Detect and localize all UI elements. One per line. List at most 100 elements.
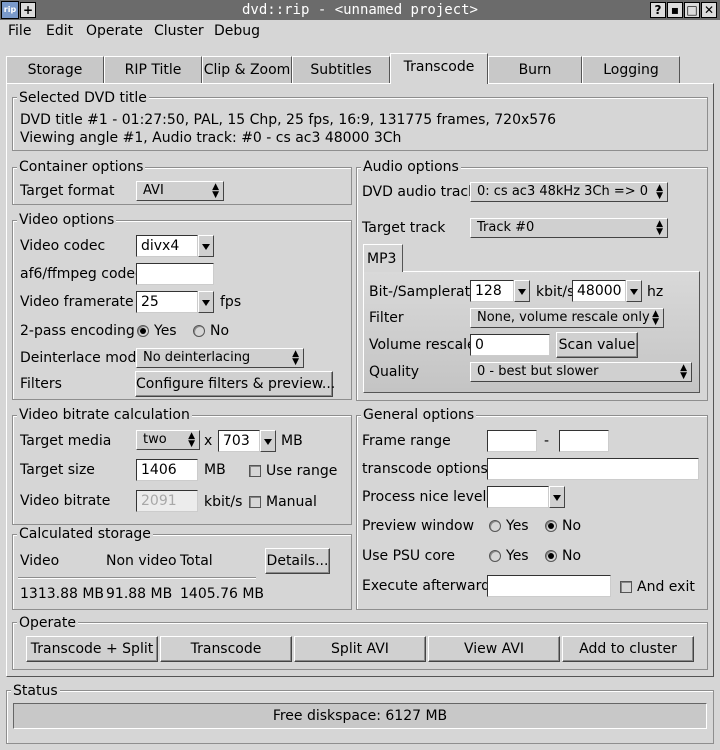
filters-label: Filters xyxy=(20,376,62,392)
preview-no-label[interactable]: No xyxy=(562,517,581,535)
storage-total-header: Total xyxy=(180,553,213,569)
frame-range-from-input[interactable] xyxy=(487,430,537,452)
preview-yes-label[interactable]: Yes xyxy=(506,517,529,535)
storage-separator xyxy=(18,577,256,579)
tab-subtitles[interactable]: Subtitles xyxy=(292,56,390,83)
details-button[interactable]: Details... xyxy=(265,548,330,574)
target-track-select[interactable]: Track #0 ▲ ▼ xyxy=(470,218,668,238)
transcode-split-button[interactable]: Transcode + Split xyxy=(26,636,158,662)
storage-video-value: 1313.88 MB xyxy=(20,586,105,602)
tab-burn[interactable]: Burn xyxy=(488,56,582,83)
audio-options-label: Audio options xyxy=(361,158,461,176)
menu-cluster[interactable]: Cluster xyxy=(154,22,204,40)
storage-nonvideo-header: Non video xyxy=(106,553,177,569)
maximize-icon[interactable]: □ xyxy=(684,2,700,18)
storage-nonvideo-value: 91.88 MB xyxy=(106,586,173,602)
twopass-yes-label[interactable]: Yes xyxy=(154,322,177,340)
manual-label[interactable]: Manual xyxy=(266,493,317,511)
transcode-button[interactable]: Transcode xyxy=(160,636,292,662)
split-avi-button[interactable]: Split AVI xyxy=(294,636,426,662)
target-size-label: Target size xyxy=(20,462,95,478)
status-label: Status xyxy=(11,682,60,700)
dvd-audio-track-select[interactable]: 0: cs ac3 48kHz 3Ch => 0 ▲ ▼ xyxy=(470,182,668,202)
menu-file[interactable]: File xyxy=(8,22,31,40)
audio-bitrate-dropdown-icon[interactable] xyxy=(514,280,530,302)
twopass-no-label[interactable]: No xyxy=(210,322,229,340)
twopass-yes-radio[interactable] xyxy=(137,325,149,337)
preview-no-radio[interactable] xyxy=(545,520,557,532)
close-icon[interactable]: ✕ xyxy=(701,2,717,18)
selected-title-label: Selected DVD title xyxy=(17,89,149,107)
samplerate-unit: hz xyxy=(647,284,664,300)
target-track-label: Target track xyxy=(362,220,446,236)
frame-range-dash: - xyxy=(544,433,550,449)
samplerate-input[interactable]: 48000 xyxy=(572,280,626,302)
menu-bar: File Edit Operate Cluster Debug xyxy=(0,20,720,42)
video-codec-input[interactable]: divx4 xyxy=(136,235,198,257)
video-options-label: Video options xyxy=(17,211,117,229)
psu-yes-radio[interactable] xyxy=(489,550,501,562)
execute-afterwards-input[interactable] xyxy=(487,575,611,597)
target-size-input[interactable]: 1406 xyxy=(136,459,198,481)
volume-rescale-input[interactable]: 0 xyxy=(470,334,550,356)
media-size-input[interactable]: 703 xyxy=(218,430,260,452)
target-media-label: Target media xyxy=(20,433,112,449)
operate-label: Operate xyxy=(17,614,78,632)
volume-rescale-label: Volume rescale xyxy=(369,337,476,353)
nice-level-input[interactable] xyxy=(487,486,549,508)
audio-bitrate-input[interactable]: 128 xyxy=(470,280,514,302)
psu-no-radio[interactable] xyxy=(545,550,557,562)
use-range-checkbox[interactable] xyxy=(249,465,261,477)
psu-yes-label[interactable]: Yes xyxy=(506,547,529,565)
calculated-storage-label: Calculated storage xyxy=(17,525,153,543)
menu-debug[interactable]: Debug xyxy=(214,22,260,40)
af6-codec-input[interactable] xyxy=(136,263,214,285)
deinterlace-select[interactable]: No deinterlacing ▲ ▼ xyxy=(136,348,304,368)
preview-yes-radio[interactable] xyxy=(489,520,501,532)
twopass-no-radio[interactable] xyxy=(193,325,205,337)
tab-rip-title[interactable]: RIP Title xyxy=(104,56,202,83)
audio-filter-select[interactable]: None, volume rescale only ▲ ▼ xyxy=(470,308,664,328)
video-framerate-input[interactable]: 25 xyxy=(136,291,198,313)
execute-afterwards-label: Execute afterwards xyxy=(362,578,498,594)
target-format-select[interactable]: AVI ▲ ▼ xyxy=(136,181,224,201)
quality-select[interactable]: 0 - best but slower ▲ ▼ xyxy=(470,362,692,382)
title-info-line1: DVD title #1 - 01:27:50, PAL, 15 Chp, 25… xyxy=(20,112,556,128)
samplerate-dropdown-icon[interactable] xyxy=(626,280,642,302)
general-options-label: General options xyxy=(361,406,477,424)
frame-range-to-input[interactable] xyxy=(559,430,609,452)
add-to-cluster-button[interactable]: Add to cluster xyxy=(562,636,694,662)
minimize-icon[interactable]: ▪ xyxy=(667,2,683,18)
psu-no-label[interactable]: No xyxy=(562,547,581,565)
manual-checkbox[interactable] xyxy=(249,496,261,508)
tab-mp3[interactable]: MP3 xyxy=(363,244,403,272)
bitrate-label: Video bitrate calculation xyxy=(17,406,192,424)
transcode-options-label: transcode options xyxy=(362,461,488,477)
and-exit-label[interactable]: And exit xyxy=(637,578,695,596)
scan-value-button[interactable]: Scan value xyxy=(556,332,638,358)
tab-storage[interactable]: Storage xyxy=(6,56,104,83)
video-framerate-dropdown-icon[interactable] xyxy=(198,291,214,313)
and-exit-checkbox[interactable] xyxy=(620,581,632,593)
target-format-label: Target format xyxy=(20,183,115,199)
framerate-unit: fps xyxy=(220,294,242,310)
view-avi-button[interactable]: View AVI xyxy=(428,636,560,662)
help-icon[interactable]: ? xyxy=(650,2,666,18)
media-size-dropdown-icon[interactable] xyxy=(260,430,276,452)
menu-operate[interactable]: Operate xyxy=(86,22,143,40)
target-media-select[interactable]: two ▲ ▼ xyxy=(136,430,200,450)
configure-filters-button[interactable]: Configure filters & preview... xyxy=(135,371,335,397)
nice-level-dropdown-icon[interactable] xyxy=(549,486,565,508)
menu-edit[interactable]: Edit xyxy=(46,22,73,40)
title-bar[interactable]: rip + dvd::rip - <unnamed project> ? ▪ □… xyxy=(0,0,720,20)
transcode-options-input[interactable] xyxy=(487,458,699,480)
tab-transcode[interactable]: Transcode xyxy=(390,53,488,84)
use-range-label[interactable]: Use range xyxy=(266,462,337,480)
tab-logging[interactable]: Logging xyxy=(582,56,680,83)
container-options-label: Container options xyxy=(17,158,146,176)
media-size-unit: MB xyxy=(281,433,303,449)
video-codec-dropdown-icon[interactable] xyxy=(198,235,214,257)
status-bar: Free diskspace: 6127 MB xyxy=(13,703,707,729)
tab-clip-zoom[interactable]: Clip & Zoom xyxy=(202,56,292,83)
times-sign: x xyxy=(204,433,213,449)
